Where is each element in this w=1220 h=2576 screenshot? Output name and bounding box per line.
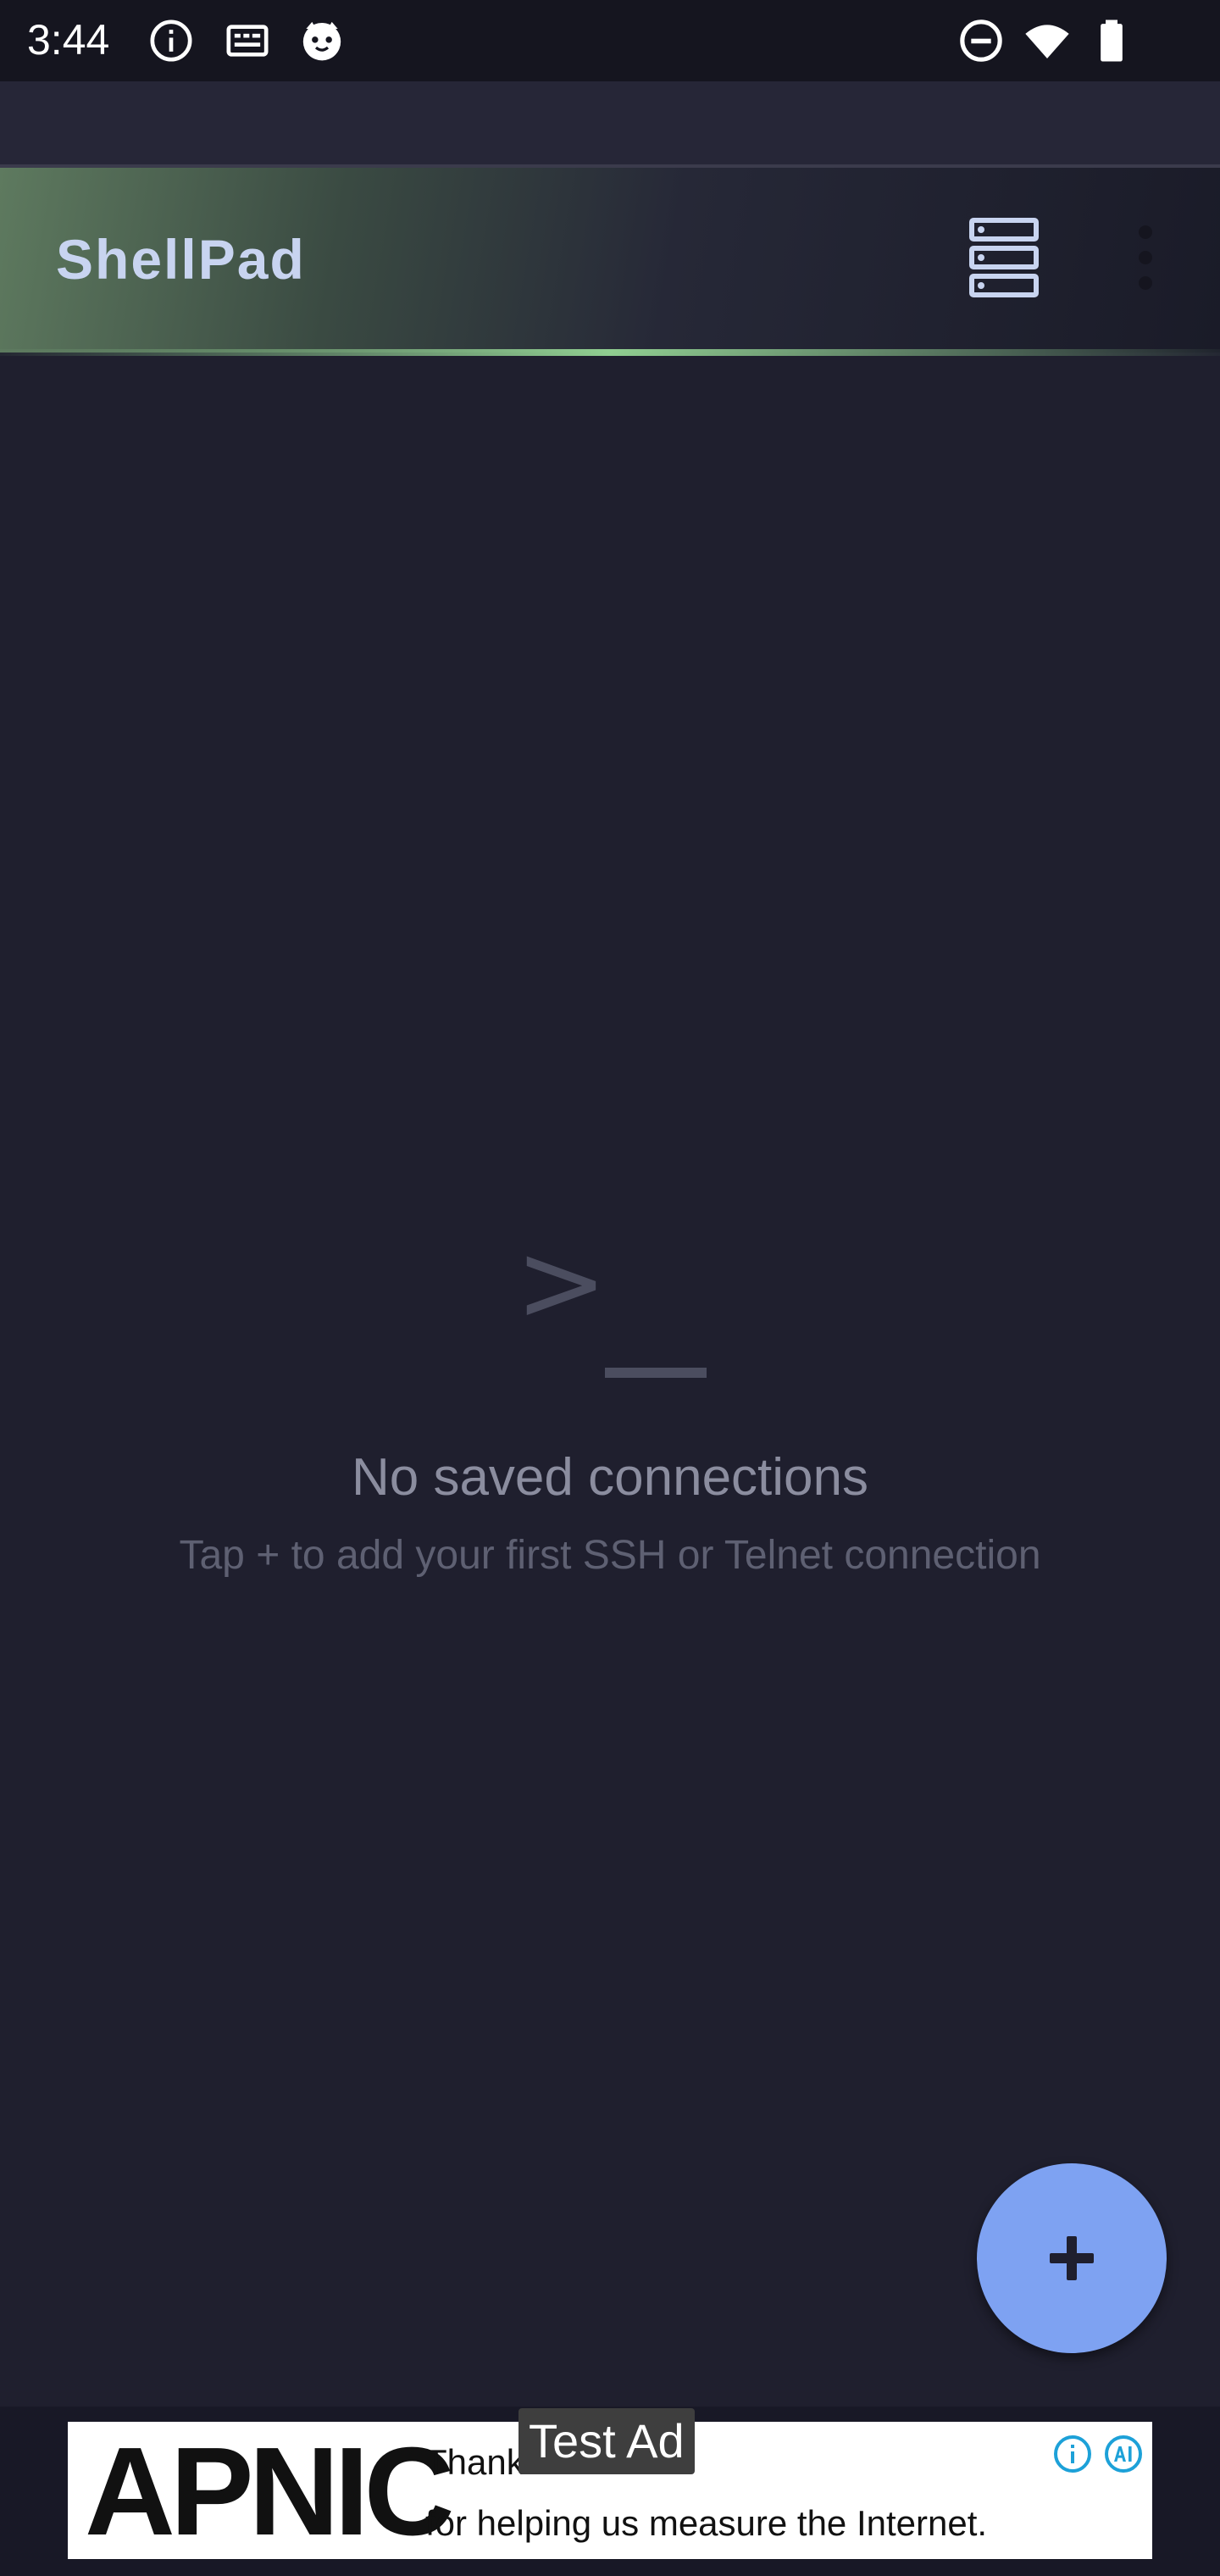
info-icon [150,19,192,62]
list-view-icon [969,218,1039,297]
test-ad-label: Test Ad [518,2408,695,2474]
status-time: 3:44 [27,16,110,64]
empty-state-title: No saved connections [351,1448,869,1507]
cat-face-icon [302,21,341,61]
battery-icon [1101,19,1123,62]
more-vert-icon [1139,225,1152,290]
sub-toolbar [0,81,1220,164]
empty-state-subtitle: Tap + to add your first SSH or Telnet co… [179,1533,1041,1578]
wifi-icon [1025,25,1069,58]
app-bar-accent-line [0,349,1220,356]
app-title: ShellPad [56,228,306,291]
overflow-menu-button[interactable] [1120,222,1171,293]
ad-choices-icon[interactable] [1103,2434,1144,2474]
ad-text-line1: Thank [425,2442,524,2482]
ad-text-line2: for helping us measure the Internet. [425,2503,988,2543]
ad-info-icon[interactable] [1052,2434,1093,2474]
list-view-button[interactable] [966,217,1042,298]
plus-icon [1050,2236,1094,2280]
terminal-prompt-icon: > [508,1218,720,1398]
ad-brand-logo: APNIC [85,2422,454,2562]
do-not-disturb-icon [960,19,1002,62]
status-bar: 3:44 [0,0,1220,81]
svg-text:>: > [515,1229,607,1346]
add-connection-button[interactable] [977,2163,1167,2353]
keyboard-icon [226,25,269,57]
